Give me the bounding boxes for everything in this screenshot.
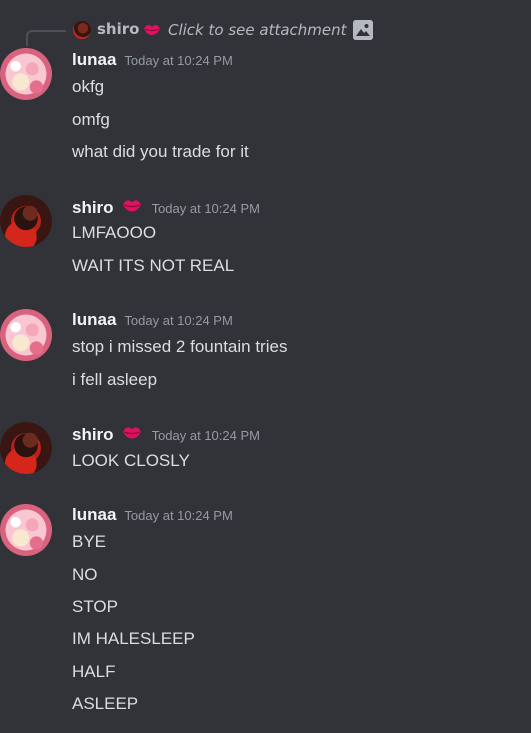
message-header: shiro Today at 10:24 PM	[72, 196, 260, 218]
message-text: STOP	[72, 597, 118, 616]
username[interactable]: lunaa	[72, 310, 116, 329]
avatar-shiro[interactable]	[0, 422, 52, 474]
message-text: HALF	[72, 662, 116, 681]
reply-username[interactable]: shiro	[97, 20, 139, 38]
message-header: lunaa Today at 10:24 PM	[72, 50, 233, 72]
message-text: LOOK CLOSLY	[72, 451, 190, 470]
timestamp: Today at 10:24 PM	[124, 508, 233, 523]
message-text: IM HALESLEEP	[72, 629, 195, 648]
reply-attachment-link[interactable]: Click to see attachment	[168, 21, 347, 39]
reply-avatar[interactable]	[73, 21, 91, 39]
message-header: lunaa Today at 10:24 PM	[72, 505, 233, 527]
image-icon	[353, 20, 373, 40]
message-text: WAIT ITS NOT REAL	[72, 256, 235, 275]
message-text: omfg	[72, 110, 110, 129]
reply-connector	[26, 30, 66, 46]
message-text: i fell asleep	[72, 370, 158, 389]
message-header: shiro Today at 10:24 PM	[72, 423, 260, 445]
chat-log: shiro Click to see attachment lunaa Today…	[0, 0, 531, 733]
message-text: NO	[72, 565, 98, 584]
message-text: okfg	[72, 77, 105, 96]
timestamp: Today at 10:24 PM	[151, 428, 260, 443]
message-header: lunaa Today at 10:24 PM	[72, 310, 233, 332]
username[interactable]: lunaa	[72, 50, 116, 69]
kiss-lips-icon	[120, 423, 144, 447]
kiss-lips-icon	[120, 196, 144, 220]
message-text: stop i missed 2 fountain tries	[72, 337, 288, 356]
message-text: BYE	[72, 532, 107, 551]
timestamp: Today at 10:24 PM	[151, 201, 260, 216]
timestamp: Today at 10:24 PM	[124, 313, 233, 328]
message-text: LMFAOOO	[72, 223, 157, 242]
kiss-lips-icon	[142, 21, 162, 43]
avatar-lunaa[interactable]	[0, 48, 52, 100]
avatar-lunaa[interactable]	[0, 309, 52, 361]
message-text: what did you trade for it	[72, 142, 249, 161]
username[interactable]: shiro	[72, 198, 114, 217]
reply-preview[interactable]: shiro Click to see attachment	[0, 18, 531, 46]
message-text: ASLEEP	[72, 694, 139, 713]
username[interactable]: shiro	[72, 425, 114, 444]
timestamp: Today at 10:24 PM	[124, 53, 233, 68]
avatar-shiro[interactable]	[0, 195, 52, 247]
avatar-lunaa[interactable]	[0, 504, 52, 556]
username[interactable]: lunaa	[72, 505, 116, 524]
